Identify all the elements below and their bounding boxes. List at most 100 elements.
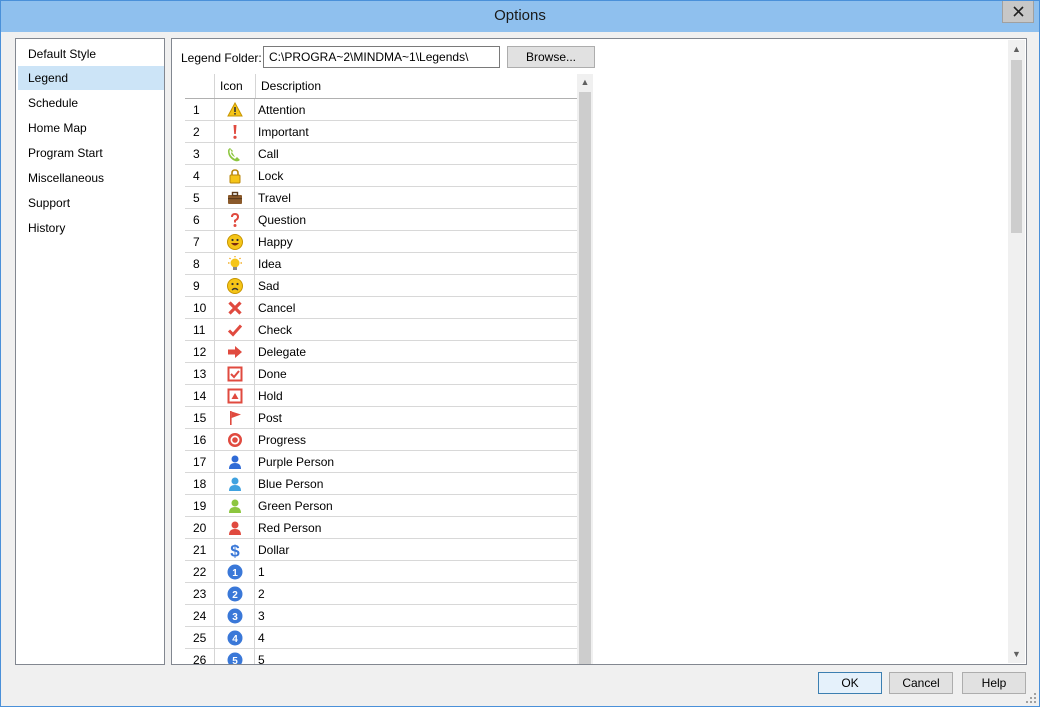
- column-header-description[interactable]: Description: [256, 74, 578, 98]
- row-description[interactable]: 3: [258, 605, 265, 627]
- row-description[interactable]: Blue Person: [258, 473, 323, 495]
- table-row[interactable]: 22 1 1: [185, 561, 578, 583]
- row-description[interactable]: Green Person: [258, 495, 333, 517]
- panel-vertical-scrollbar[interactable]: ▲ ▼: [1008, 40, 1025, 663]
- sidebar-item-home-map[interactable]: Home Map: [18, 116, 164, 140]
- browse-button[interactable]: Browse...: [507, 46, 595, 68]
- row-icon-cell[interactable]: [214, 473, 255, 495]
- sidebar-item-history[interactable]: History: [18, 216, 164, 240]
- row-description[interactable]: Question: [258, 209, 306, 231]
- row-description[interactable]: Idea: [258, 253, 281, 275]
- row-icon-cell[interactable]: [214, 517, 255, 539]
- row-description[interactable]: Travel: [258, 187, 291, 209]
- cancel-button[interactable]: Cancel: [889, 672, 953, 694]
- table-row[interactable]: 12 Delegate: [185, 341, 578, 363]
- row-icon-cell[interactable]: [214, 143, 255, 165]
- row-description[interactable]: Call: [258, 143, 279, 165]
- table-row[interactable]: 9 Sad: [185, 275, 578, 297]
- table-row[interactable]: 5 Travel: [185, 187, 578, 209]
- table-row[interactable]: 14 Hold: [185, 385, 578, 407]
- table-scroll-thumb[interactable]: [579, 92, 591, 664]
- row-icon-cell[interactable]: [214, 429, 255, 451]
- panel-scroll-thumb[interactable]: [1011, 60, 1022, 233]
- row-description[interactable]: Hold: [258, 385, 283, 407]
- sidebar-item-miscellaneous[interactable]: Miscellaneous: [18, 166, 164, 190]
- table-row[interactable]: 13 Done: [185, 363, 578, 385]
- row-icon-cell[interactable]: [214, 451, 255, 473]
- row-description[interactable]: Post: [258, 407, 282, 429]
- table-row[interactable]: 10 Cancel: [185, 297, 578, 319]
- table-row[interactable]: 23 2 2: [185, 583, 578, 605]
- table-row[interactable]: 4 Lock: [185, 165, 578, 187]
- column-header-icon[interactable]: Icon: [215, 74, 256, 98]
- row-description[interactable]: Attention: [258, 99, 305, 121]
- table-row[interactable]: 19 Green Person: [185, 495, 578, 517]
- row-icon-cell[interactable]: [214, 495, 255, 517]
- row-icon-cell[interactable]: $: [214, 539, 255, 561]
- row-icon-cell[interactable]: [214, 187, 255, 209]
- row-description[interactable]: Red Person: [258, 517, 321, 539]
- table-row[interactable]: 21 $ Dollar: [185, 539, 578, 561]
- table-row[interactable]: 7 Happy: [185, 231, 578, 253]
- table-row[interactable]: 15 Post: [185, 407, 578, 429]
- row-description[interactable]: Dollar: [258, 539, 289, 561]
- close-button[interactable]: [1002, 1, 1034, 23]
- row-icon-cell[interactable]: [214, 121, 255, 143]
- row-description[interactable]: Important: [258, 121, 309, 143]
- row-icon-cell[interactable]: 4: [214, 627, 255, 649]
- row-description[interactable]: Delegate: [258, 341, 306, 363]
- row-description[interactable]: Purple Person: [258, 451, 334, 473]
- row-description[interactable]: Check: [258, 319, 292, 341]
- row-description[interactable]: Happy: [258, 231, 293, 253]
- row-icon-cell[interactable]: 1: [214, 561, 255, 583]
- row-icon-cell[interactable]: [214, 363, 255, 385]
- row-icon-cell[interactable]: [214, 341, 255, 363]
- chevron-up-icon[interactable]: ▲: [1011, 43, 1022, 55]
- table-row[interactable]: 26 5 5: [185, 649, 578, 664]
- row-icon-cell[interactable]: [214, 275, 255, 297]
- legend-folder-input[interactable]: C:\PROGRA~2\MINDMA~1\Legends\: [263, 46, 500, 68]
- table-row[interactable]: 25 4 4: [185, 627, 578, 649]
- table-row[interactable]: 11 Check: [185, 319, 578, 341]
- sidebar-item-schedule[interactable]: Schedule: [18, 91, 164, 115]
- row-icon-cell[interactable]: [214, 407, 255, 429]
- row-icon-cell[interactable]: 2: [214, 583, 255, 605]
- row-icon-cell[interactable]: [214, 165, 255, 187]
- options-category-list[interactable]: Default Style Legend Schedule Home Map P…: [15, 38, 165, 665]
- table-row[interactable]: 18 Blue Person: [185, 473, 578, 495]
- row-description[interactable]: Lock: [258, 165, 283, 187]
- sidebar-item-default-style[interactable]: Default Style: [18, 42, 164, 66]
- sidebar-item-support[interactable]: Support: [18, 191, 164, 215]
- row-description[interactable]: 1: [258, 561, 265, 583]
- table-row[interactable]: 16 Progress: [185, 429, 578, 451]
- row-description[interactable]: 4: [258, 627, 265, 649]
- table-row[interactable]: 2 Important: [185, 121, 578, 143]
- row-icon-cell[interactable]: [214, 99, 255, 121]
- table-vertical-scrollbar[interactable]: ▲: [577, 74, 593, 664]
- row-icon-cell[interactable]: [214, 209, 255, 231]
- chevron-down-icon[interactable]: ▼: [1011, 648, 1022, 660]
- column-header-number[interactable]: [185, 74, 215, 98]
- row-description[interactable]: 5: [258, 649, 265, 664]
- table-row[interactable]: 1 Attention: [185, 99, 578, 121]
- table-row[interactable]: 24 3 3: [185, 605, 578, 627]
- row-description[interactable]: Sad: [258, 275, 279, 297]
- sidebar-item-legend[interactable]: Legend: [18, 66, 164, 90]
- table-row[interactable]: 8 Idea: [185, 253, 578, 275]
- title-bar[interactable]: Options: [1, 1, 1039, 32]
- resize-grip-icon[interactable]: [1026, 693, 1036, 703]
- row-description[interactable]: Progress: [258, 429, 306, 451]
- table-row[interactable]: 6 Question: [185, 209, 578, 231]
- row-icon-cell[interactable]: 3: [214, 605, 255, 627]
- row-description[interactable]: 2: [258, 583, 265, 605]
- chevron-up-icon[interactable]: ▲: [580, 77, 590, 87]
- row-icon-cell[interactable]: 5: [214, 649, 255, 664]
- row-icon-cell[interactable]: [214, 231, 255, 253]
- ok-button[interactable]: OK: [818, 672, 882, 694]
- row-icon-cell[interactable]: [214, 253, 255, 275]
- row-description[interactable]: Done: [258, 363, 287, 385]
- table-row[interactable]: 17 Purple Person: [185, 451, 578, 473]
- sidebar-item-program-start[interactable]: Program Start: [18, 141, 164, 165]
- row-icon-cell[interactable]: [214, 297, 255, 319]
- row-icon-cell[interactable]: [214, 385, 255, 407]
